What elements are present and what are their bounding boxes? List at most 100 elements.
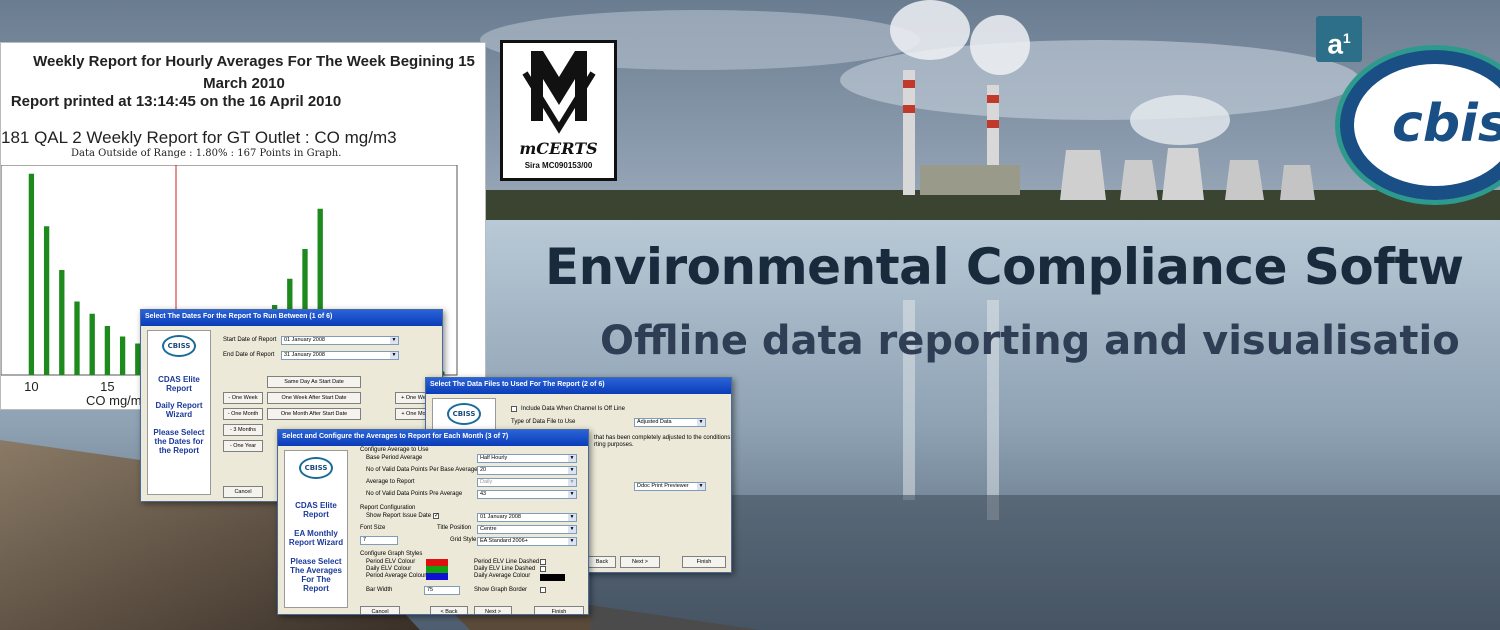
show-border-label: Show Graph Border — [474, 587, 528, 593]
avg-report-select[interactable]: Daily ▼ — [477, 478, 577, 487]
bar-width-input[interactable]: 75 — [424, 586, 460, 595]
side-dates-for: the Dates for — [154, 437, 204, 446]
period-avg-colour-label: Period Average Colour — [366, 573, 427, 579]
cancel-button[interactable]: Cancel — [223, 486, 263, 498]
week-after-button[interactable]: One Week After Start Date — [267, 392, 361, 404]
chevron-down-icon: ▼ — [568, 467, 576, 474]
a1-logo-sup: 1 — [1342, 30, 1351, 46]
title-position-select[interactable]: Centre ▼ — [477, 525, 577, 534]
valid-pre-label: No of Valid Data Points Pre Average — [366, 491, 463, 497]
mcerts-code: Sira MC090153/00 — [524, 161, 593, 170]
bar — [59, 270, 65, 375]
cbiss-logo-icon: CBISS — [447, 403, 481, 425]
show-border-checkbox[interactable] — [540, 587, 546, 593]
hero-title: Environmental Compliance Softw — [545, 238, 1464, 296]
show-issue-checkbox[interactable]: ✓ — [433, 513, 439, 519]
start-date-select[interactable]: 01 January 2008 ▼ — [281, 336, 399, 345]
same-day-button[interactable]: Same Day As Start Date — [267, 376, 361, 388]
back-button[interactable]: Back — [588, 556, 616, 568]
side-please: Please Select — [153, 428, 205, 437]
minus-3-months-button[interactable]: - 3 Months — [223, 424, 263, 436]
minus-year-button[interactable]: - One Year — [223, 440, 263, 452]
a1-logo: a1 — [1316, 16, 1362, 62]
dialog-dates-sidebar: CBISS CDAS Elite Report Daily Report Wiz… — [147, 330, 211, 495]
bar — [43, 226, 50, 375]
valid-points-select[interactable]: 20 ▼ — [477, 466, 577, 475]
dialog-averages-sidebar: CBISS CDAS Elite Report EA Monthly Repor… — [284, 450, 348, 608]
side-report-2: Report — [303, 584, 329, 593]
title-position-value: Centre — [480, 526, 497, 532]
base-period-select[interactable]: Half Hourly ▼ — [477, 454, 577, 463]
file-note-2: rting purposes. — [594, 442, 634, 448]
graph-styles-label: Configure Graph Styles — [360, 551, 423, 557]
base-period-label: Base Period Average — [366, 455, 423, 461]
bar — [74, 301, 80, 375]
issue-date-select[interactable]: 01 January 2008 ▼ — [477, 513, 577, 522]
chevron-down-icon: ▼ — [568, 479, 576, 486]
side-please: Please Select — [290, 557, 342, 566]
month-after-button[interactable]: One Month After Start Date — [267, 408, 361, 420]
configure-average-label: Configure Average to Use — [360, 447, 429, 453]
daily-elv-colour-swatch[interactable] — [426, 566, 448, 573]
dialog-dates-titlebar: Select The Dates For the Report To Run B… — [141, 310, 442, 326]
report-heading-line1: Weekly Report for Hourly Averages For Th… — [33, 53, 475, 70]
bar-width-value: 75 — [427, 587, 434, 593]
include-offline-label: Include Data When Channel Is Off Line — [521, 406, 625, 412]
previewer-select[interactable]: Ddoc Print Previewer ▼ — [634, 482, 706, 491]
title-position-label: Title Position — [437, 525, 472, 531]
base-period-value: Half Hourly — [480, 455, 508, 461]
chevron-down-icon: ▼ — [568, 526, 576, 533]
daily-elv-dashed-checkbox[interactable] — [540, 566, 546, 572]
file-type-label: Type of Data File to Use — [511, 419, 576, 425]
daily-avg-colour-label: Daily Average Colour — [474, 573, 531, 579]
grid-style-label: Grid Style — [450, 537, 477, 543]
back-button[interactable]: < Back — [430, 606, 468, 614]
minus-month-button[interactable]: - One Month — [223, 408, 263, 420]
period-elv-dashed-label: Period ELV Line Dashed — [474, 559, 540, 565]
x-axis-label: CO mg/m — [86, 393, 142, 408]
file-note-1: that has been completely adjusted to the… — [594, 435, 731, 441]
bar-width-label: Bar Width — [366, 587, 393, 593]
finish-button[interactable]: Finish — [682, 556, 726, 568]
include-offline-checkbox[interactable] — [511, 406, 517, 412]
valid-pre-value: 43 — [480, 491, 487, 497]
side-cdas: CDAS Elite — [158, 375, 200, 384]
next-button[interactable]: Next > — [474, 606, 512, 614]
show-issue-label: Show Report Issue Date — [366, 513, 432, 519]
period-elv-colour-swatch[interactable] — [426, 559, 448, 566]
font-size-input[interactable]: 7 — [360, 536, 398, 545]
previewer-value: Ddoc Print Previewer — [637, 483, 689, 489]
mcerts-badge: mCERTS Sira MC090153/00 — [500, 40, 617, 181]
grid-style-select[interactable]: EA Standard 2006+ ▼ — [477, 537, 577, 546]
chevron-down-icon: ▼ — [390, 352, 398, 359]
period-avg-colour-swatch[interactable] — [426, 573, 448, 580]
bar — [89, 313, 95, 375]
cbiss-logo-icon: CBISS — [162, 335, 196, 357]
x-tick-label: 15 — [100, 379, 114, 394]
daily-avg-colour-swatch[interactable] — [540, 574, 565, 581]
period-elv-dashed-checkbox[interactable] — [540, 559, 546, 565]
side-cdas: CDAS Elite — [295, 501, 337, 510]
chevron-down-icon: ▼ — [697, 483, 705, 490]
side-wizard: Wizard — [165, 410, 193, 419]
bar — [104, 326, 111, 375]
chevron-down-icon: ▼ — [568, 514, 576, 521]
valid-points-label: No of Valid Data Points Per Base Average — [366, 467, 478, 473]
chevron-down-icon: ▼ — [390, 337, 398, 344]
chevron-down-icon: ▼ — [568, 455, 576, 462]
side-report-wizard: Report Wizard — [288, 538, 344, 547]
cbis-logo-text: cbis — [1392, 94, 1500, 154]
next-button[interactable]: Next > — [620, 556, 660, 568]
avg-report-value: Daily — [480, 479, 493, 485]
mcerts-text: mCERTS — [519, 139, 598, 158]
cancel-button[interactable]: Cancel — [360, 606, 400, 614]
minus-week-button[interactable]: - One Week — [223, 392, 263, 404]
finish-button[interactable]: Finish — [534, 606, 584, 614]
end-date-select[interactable]: 31 January 2008 ▼ — [281, 351, 399, 360]
side-for-the: For The — [301, 575, 331, 584]
valid-pre-select[interactable]: 43 ▼ — [477, 490, 577, 499]
file-type-select[interactable]: Adjusted Data ▼ — [634, 418, 706, 427]
chevron-down-icon: ▼ — [697, 419, 705, 426]
side-report: Report — [166, 384, 192, 393]
bar — [28, 173, 35, 375]
